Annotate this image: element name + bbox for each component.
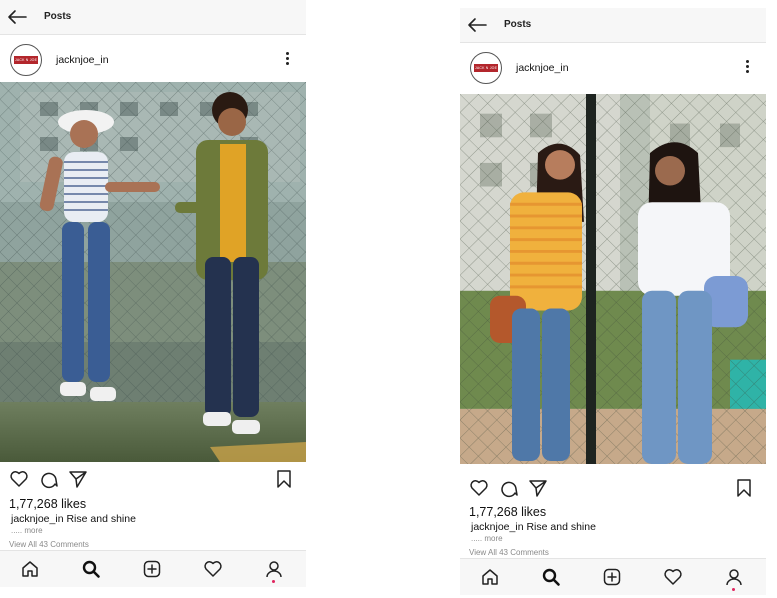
bookmark-icon[interactable] [274,469,294,489]
heart-icon[interactable] [469,478,489,498]
comment-icon[interactable] [499,478,519,498]
back-arrow-icon[interactable] [466,16,488,34]
send-icon[interactable] [68,469,88,489]
post-header: JACK N JOE jacknjoe_in [0,40,306,80]
caption-username[interactable]: jacknjoe_in [471,521,524,533]
add-post-icon[interactable] [142,559,162,579]
post-screen-left: Posts JACK N JOE jacknjoe_in 1,77,268 li… [0,0,306,590]
top-bar: Posts [0,0,306,35]
notification-dot [732,588,735,591]
post-caption: jacknjoe_in Rise and shine [471,521,596,533]
back-arrow-icon[interactable] [6,8,28,26]
send-icon[interactable] [528,478,548,498]
caption-text: Rise and shine [63,513,136,525]
post-photo[interactable] [460,94,766,464]
post-header: JACK N JOE jacknjoe_in [460,48,766,88]
more-vertical-icon[interactable] [286,52,290,68]
post-actions [460,476,766,500]
caption-more-link[interactable]: ..... more [11,526,43,535]
caption-username[interactable]: jacknjoe_in [11,513,64,525]
home-icon[interactable] [20,559,40,579]
activity-heart-icon[interactable] [663,567,683,587]
post-screen-right: Posts JACK N JOE jacknjoe_in 1,77,268 li… [460,8,766,598]
bottom-nav [460,558,766,595]
post-username[interactable]: jacknjoe_in [56,54,109,66]
likes-count[interactable]: 1,77,268 likes [9,497,86,511]
likes-count[interactable]: 1,77,268 likes [469,505,546,519]
search-icon[interactable] [541,567,561,587]
heart-icon[interactable] [9,469,29,489]
page-title: Posts [44,11,72,22]
post-actions [0,467,306,491]
activity-heart-icon[interactable] [203,559,223,579]
brand-logo: JACK N JOE [474,64,498,72]
home-icon[interactable] [480,567,500,587]
top-bar: Posts [460,8,766,43]
more-vertical-icon[interactable] [746,60,750,76]
search-icon[interactable] [81,559,101,579]
caption-more-link[interactable]: ..... more [471,534,503,543]
add-post-icon[interactable] [602,567,622,587]
view-comments-link[interactable]: View All 43 Comments [469,548,549,557]
bottom-nav [0,550,306,587]
avatar[interactable]: JACK N JOE [10,44,42,76]
post-photo[interactable] [0,82,306,462]
profile-icon[interactable] [264,559,284,579]
view-comments-link[interactable]: View All 43 Comments [9,540,89,549]
post-username[interactable]: jacknjoe_in [516,62,569,74]
page-title: Posts [504,19,532,30]
avatar[interactable]: JACK N JOE [470,52,502,84]
brand-logo: JACK N JOE [14,56,38,64]
post-caption: jacknjoe_in Rise and shine [11,513,136,525]
notification-dot [272,580,275,583]
bookmark-icon[interactable] [734,478,754,498]
comment-icon[interactable] [39,469,59,489]
profile-icon[interactable] [724,567,744,587]
caption-text: Rise and shine [523,521,596,533]
